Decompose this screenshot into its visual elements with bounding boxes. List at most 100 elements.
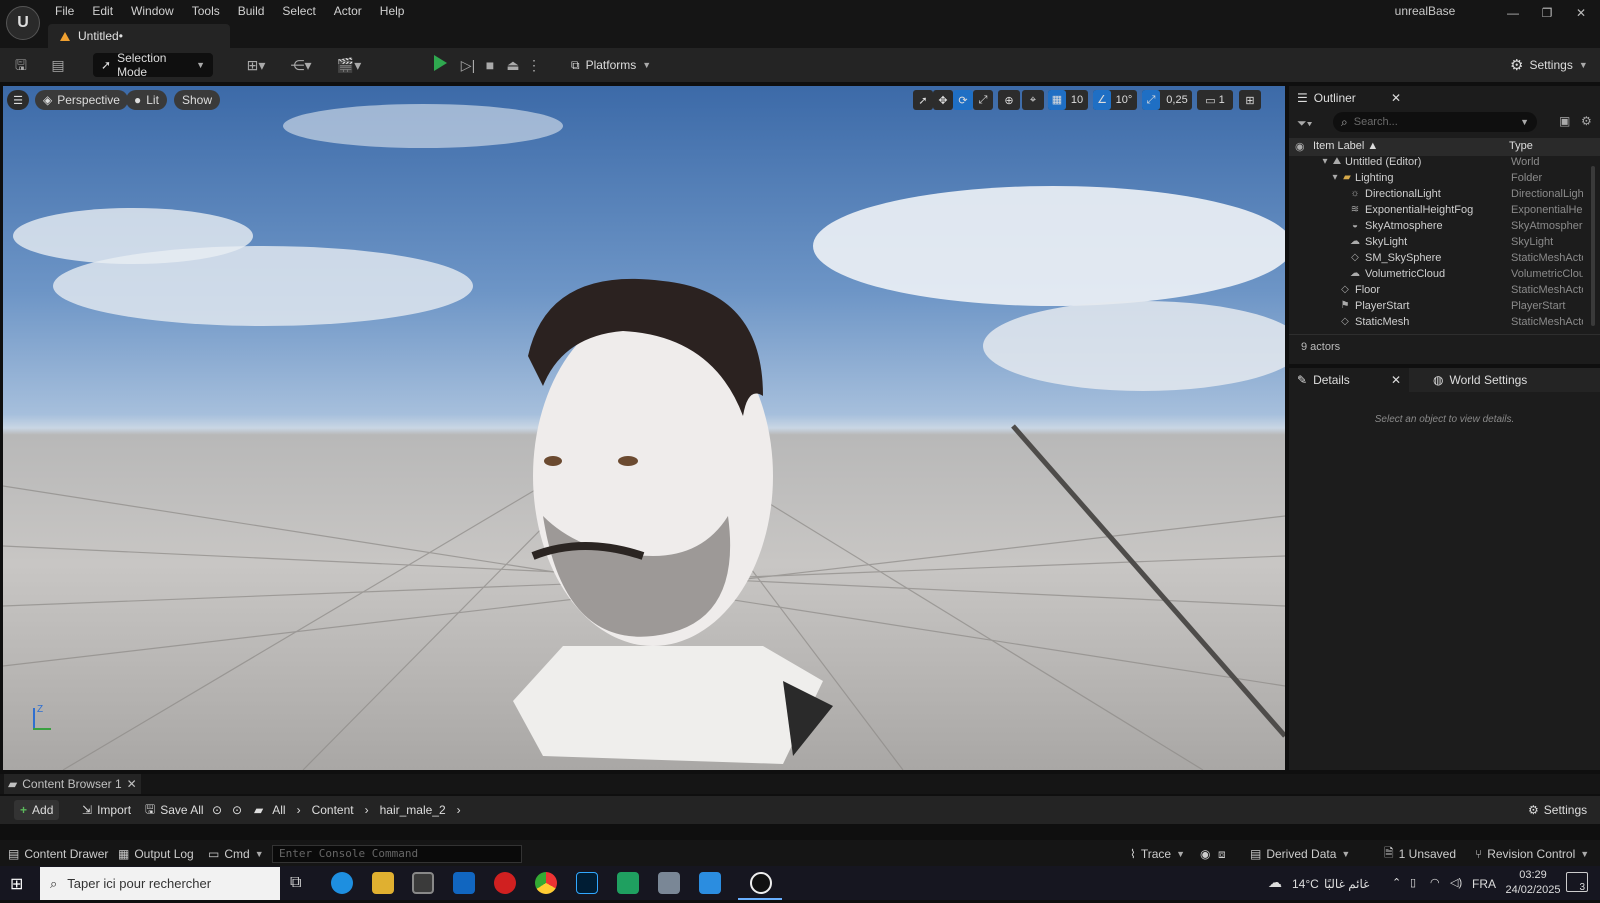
wifi-icon[interactable]: ◠ [1430, 876, 1440, 889]
opera-icon[interactable] [494, 872, 516, 894]
play-icon[interactable] [434, 55, 447, 71]
clock-date[interactable]: 24/02/2025 [1504, 884, 1562, 896]
weather-icon[interactable]: ☁ [1268, 874, 1282, 891]
file-explorer-icon[interactable] [372, 872, 394, 894]
eye-icon[interactable]: ◉ [1295, 140, 1305, 153]
camera-icon[interactable]: ⧈ [1218, 845, 1226, 863]
table-row[interactable]: ◇ Floor StaticMeshActo [1289, 282, 1600, 298]
save-icon[interactable]: 🖫 [11, 56, 31, 74]
menu-tools[interactable]: Tools [183, 2, 229, 20]
perspective-button[interactable]: ◈ Perspective [35, 90, 128, 110]
table-row[interactable]: ☁ VolumetricCloud VolumetricClou [1289, 266, 1600, 282]
details-tab[interactable]: ✎ Details ✕ [1289, 368, 1409, 392]
m-app-icon[interactable] [617, 872, 639, 894]
minimize-icon[interactable]: — [1498, 6, 1528, 22]
table-row[interactable]: ▾ ⛰ Untitled (Editor) World [1289, 154, 1600, 170]
level-tab[interactable]: Untitled• [48, 24, 230, 48]
save-all-button[interactable]: 🖫 Save All [145, 800, 204, 820]
close-icon[interactable]: ✕ [1566, 6, 1596, 22]
app-icon[interactable] [658, 872, 680, 894]
table-row[interactable]: ⚑ PlayerStart PlayerStart [1289, 298, 1600, 314]
content-drawer-button[interactable]: ▤ Content Drawer [8, 845, 108, 863]
menu-build[interactable]: Build [229, 2, 274, 20]
gear-icon[interactable]: ⚙ [1581, 114, 1592, 128]
output-log-button[interactable]: ▦ Output Log [118, 845, 194, 863]
col-item-label[interactable]: Item Label ▲ [1313, 140, 1378, 152]
more-options-icon[interactable]: ⋮ [527, 56, 541, 74]
browse-icon[interactable]: ▤ [48, 56, 68, 74]
derived-data-dropdown[interactable]: ▤ Derived Data ▼ [1250, 845, 1350, 863]
camera-speed-button[interactable]: ▭ 1 [1197, 90, 1233, 110]
scale-snap-button[interactable]: ⤢ 0,25 [1142, 90, 1192, 110]
scale-tool-icon[interactable]: ⤢ [973, 90, 993, 110]
taskbar-search[interactable]: ⌕ Taper ici pour rechercher [40, 867, 280, 900]
chevron-up-icon[interactable]: ⌃ [1392, 876, 1401, 889]
outliner-search-input[interactable]: ⌕ Search... ▼ [1333, 112, 1537, 132]
unreal-logo[interactable]: U [6, 6, 40, 40]
outliner-tab[interactable]: ☰ Outliner ✕ [1289, 86, 1409, 110]
blueprint-icon[interactable]: ⋲▾ [285, 56, 317, 74]
cmd-dropdown[interactable]: ▭ Cmd ▼ [208, 845, 264, 863]
stop-icon[interactable]: ■ [480, 56, 500, 74]
col-type[interactable]: Type [1509, 140, 1533, 152]
filter-icon[interactable]: ⏷▾ [1297, 116, 1312, 131]
surface-snap-icon[interactable]: ⌖ [1022, 90, 1044, 110]
settings-dropdown[interactable]: ⚙ Settings ▼ [1510, 55, 1588, 75]
menu-edit[interactable]: Edit [83, 2, 122, 20]
revision-control-dropdown[interactable]: ⑂ Revision Control ▼ [1475, 845, 1589, 863]
battery-icon[interactable]: ▯ [1410, 876, 1416, 889]
clock-time[interactable]: 03:29 [1508, 869, 1558, 881]
chevron-right-icon[interactable]: › [297, 803, 301, 817]
lit-button[interactable]: ● Lit [126, 90, 167, 110]
menu-actor[interactable]: Actor [325, 2, 371, 20]
unreal-taskbar-icon[interactable] [750, 872, 772, 894]
console-input[interactable]: Enter Console Command [272, 845, 522, 863]
store-icon[interactable] [412, 872, 434, 894]
show-button[interactable]: Show [174, 90, 221, 110]
chrome-icon[interactable] [535, 872, 557, 894]
close-icon[interactable]: ✕ [1391, 373, 1401, 387]
breadcrumb-hair[interactable]: hair_male_2 [380, 803, 446, 817]
close-icon[interactable]: ✕ [127, 777, 137, 791]
grid-snap-button[interactable]: ▦ 10 [1048, 90, 1088, 110]
edge-icon[interactable] [331, 872, 353, 894]
menu-window[interactable]: Window [122, 2, 183, 20]
language-indicator[interactable]: FRA [1472, 877, 1496, 891]
import-button[interactable]: ⇲ Import [82, 800, 131, 820]
add-button[interactable]: + Add [14, 800, 60, 820]
outliner-scrollbar[interactable] [1591, 166, 1595, 326]
forward-icon[interactable]: ⊙ [232, 800, 242, 820]
notification-icon[interactable]: 3 [1566, 872, 1588, 893]
back-icon[interactable]: ⊙ [212, 800, 222, 820]
level-viewport[interactable]: ☰ ◈ Perspective ● Lit Show ➚ ✥ ⟳ ⤢ ⊕ ⌖ ▦… [3, 86, 1285, 770]
viewport-menu-icon[interactable]: ☰ [7, 90, 29, 110]
outlook-icon[interactable] [453, 872, 475, 894]
menu-help[interactable]: Help [371, 2, 414, 20]
table-row[interactable]: ◇ SM_SkySphere StaticMeshActo [1289, 250, 1600, 266]
table-row[interactable]: ☼ DirectionalLight DirectionalLigh [1289, 186, 1600, 202]
task-view-icon[interactable]: ⧉ [290, 874, 301, 892]
volume-icon[interactable]: ◁) [1450, 876, 1462, 889]
restore-icon[interactable]: ❐ [1532, 6, 1562, 22]
content-browser-tab[interactable]: ▰ Content Browser 1 ✕ [4, 774, 141, 794]
platforms-dropdown[interactable]: ⧉ Platforms ▼ [571, 55, 651, 75]
unsaved-button[interactable]: 🗎 1 Unsaved [1384, 845, 1456, 863]
chevron-right-icon[interactable]: › [457, 803, 461, 817]
viewport-layout-icon[interactable]: ⊞ [1239, 90, 1261, 110]
breadcrumb-all[interactable]: All [272, 803, 285, 817]
table-row[interactable]: ▾ ▰ Lighting Folder [1289, 170, 1600, 186]
rotate-tool-icon[interactable]: ⟳ [953, 90, 973, 110]
eject-icon[interactable]: ⏏ [503, 56, 523, 74]
world-space-icon[interactable]: ⊕ [998, 90, 1020, 110]
trace-dropdown[interactable]: ⌇ Trace ▼ [1130, 845, 1185, 863]
rotation-snap-button[interactable]: ∠ 10° [1093, 90, 1137, 110]
advance-frame-icon[interactable]: ▷| [458, 56, 478, 74]
menu-file[interactable]: File [46, 2, 83, 20]
record-icon[interactable]: ◉ [1200, 845, 1210, 863]
breadcrumb-content[interactable]: Content [312, 803, 354, 817]
world-settings-tab[interactable]: ◍ World Settings [1425, 368, 1585, 392]
windows-start-icon[interactable]: ⊞ [10, 874, 23, 894]
table-row[interactable]: ◒ SkyAtmosphere SkyAtmospher [1289, 218, 1600, 234]
table-row[interactable]: ◇ StaticMesh StaticMeshActo [1289, 314, 1600, 330]
menu-select[interactable]: Select [273, 2, 324, 20]
